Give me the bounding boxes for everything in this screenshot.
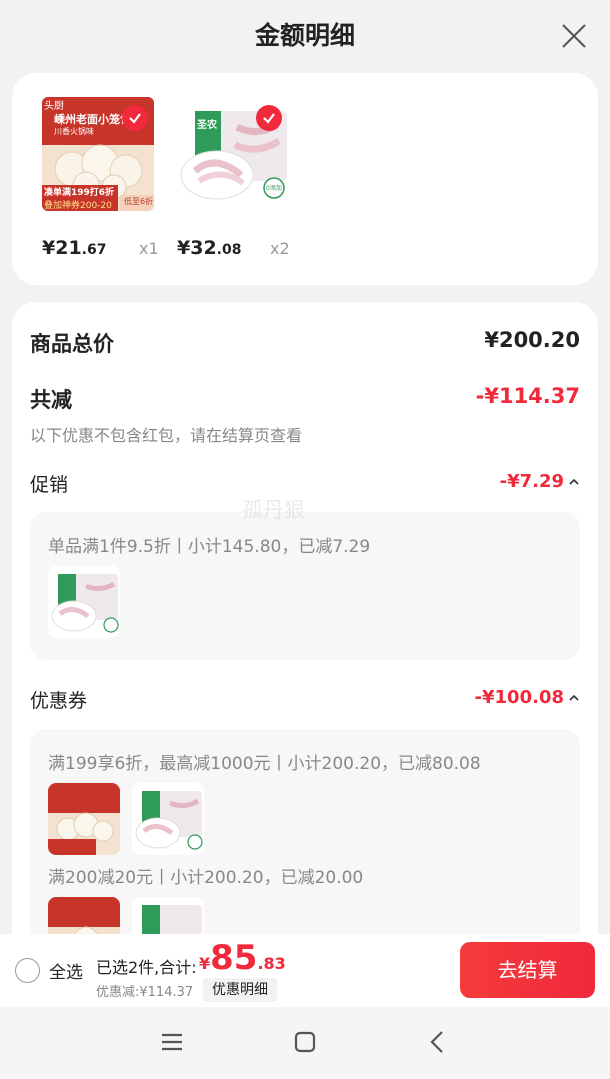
products-card: 头厨 嵊州老面小笼包 川香火锅味 凑单满199打6折 叠加神券200-20 低至… <box>12 73 598 285</box>
coupon-toggle[interactable]: -¥100.08 <box>475 687 580 708</box>
page-title: 金额明细 <box>254 21 355 50</box>
coupon-value: -¥100.08 <box>474 687 564 708</box>
system-nav-bar <box>0 1007 610 1079</box>
reduce-label: 共减 <box>30 388 72 412</box>
sheet-header: 金额明细 <box>0 0 610 72</box>
product-brand: 圣农 <box>197 120 217 131</box>
discount-tag: 低至6折 <box>124 197 154 206</box>
chevron-up-icon <box>569 694 579 701</box>
price-dec: .08 <box>216 242 242 258</box>
product-qty: x1 <box>139 239 159 258</box>
price-int: ¥32 <box>177 237 217 259</box>
product-qty: x2 <box>270 239 290 258</box>
total-dec: .83 <box>257 954 286 973</box>
total-amount: ¥85.83 <box>199 938 286 978</box>
total-int: 85 <box>210 938 258 978</box>
reduce-note: 以下优惠不包含红包，请在结算页查看 <box>30 426 303 445</box>
product-subtitle: 川香火锅味 <box>54 127 94 136</box>
goods-total-label: 商品总价 <box>30 332 114 356</box>
checkout-button[interactable]: 去结算 <box>460 942 595 998</box>
amount-detail-card: 商品总价 ¥200.20 共减 -¥114.37 以下优惠不包含红包，请在结算页… <box>12 302 598 1029</box>
discount-detail-button[interactable]: 优惠明细 <box>203 978 277 1002</box>
checkout-bar: 全选 已选2件,合计: ¥85.83 优惠减:¥114.37 优惠明细 去结算 <box>0 934 610 1007</box>
goods-total-value: ¥200.20 <box>484 328 580 352</box>
product-price: ¥32.08 <box>177 237 241 259</box>
select-all-radio[interactable] <box>15 958 40 983</box>
selected-info: 已选2件,合计: <box>96 958 197 977</box>
promo-box: 单品满1件9.5折丨小计145.80，已减7.29 <box>30 512 580 660</box>
price-int: ¥21 <box>42 237 82 259</box>
discount-summary: 优惠减:¥114.37 <box>96 985 194 1000</box>
back-icon[interactable] <box>423 1027 453 1057</box>
promo-label: 促销 <box>30 474 69 496</box>
coupon-rule-1: 满199享6折，最高减1000元丨小计200.20，已减80.08 <box>48 754 481 774</box>
promo-top: 凑单满199打6折 <box>44 188 115 198</box>
promo-value: -¥7.29 <box>499 471 564 492</box>
coupon-product-thumb-chicken[interactable] <box>132 783 204 855</box>
product-name: 嵊州老面小笼包 <box>54 113 131 126</box>
product-price: ¥21.67 <box>42 237 106 259</box>
menu-icon[interactable] <box>157 1027 187 1057</box>
check-icon[interactable] <box>256 105 282 131</box>
home-icon[interactable] <box>290 1027 320 1057</box>
product-brand: 头厨 <box>44 101 64 112</box>
promo-rule: 单品满1件9.5折丨小计145.80，已减7.29 <box>48 537 371 557</box>
coupon-rule-2: 满200减20元丨小计200.20，已减20.00 <box>48 868 364 888</box>
product-badge: 0添加 <box>266 185 282 192</box>
select-all-label[interactable]: 全选 <box>49 958 83 983</box>
check-icon[interactable] <box>122 105 148 131</box>
price-dec: .67 <box>81 242 107 258</box>
total-currency: ¥ <box>199 954 211 973</box>
promo-product-thumb[interactable] <box>48 566 120 638</box>
coupon-label: 优惠券 <box>30 690 88 712</box>
promo-bottom: 叠加神券200-20 <box>44 201 112 211</box>
watermark: 孤丹狠 <box>242 498 305 522</box>
close-icon[interactable] <box>560 22 588 50</box>
promo-toggle[interactable]: -¥7.29 <box>500 471 580 492</box>
reduce-value: -¥114.37 <box>475 384 580 408</box>
coupon-product-thumb-xiaolongbao[interactable] <box>48 783 120 855</box>
chevron-up-icon <box>569 478 579 485</box>
